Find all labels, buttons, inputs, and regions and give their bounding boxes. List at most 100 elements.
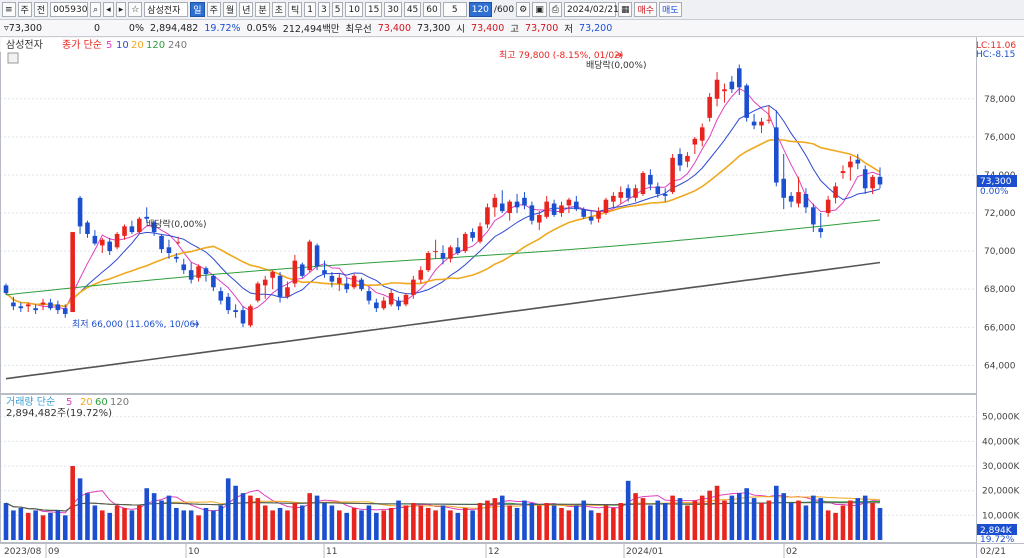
- volume-bar: [366, 505, 372, 540]
- x-axis-label: 12: [488, 547, 499, 557]
- current-pct-tag: 0.00%: [980, 187, 1009, 197]
- search-label[interactable]: 전: [33, 2, 49, 17]
- stock-name[interactable]: 삼성전자: [144, 2, 189, 17]
- candle-body: [374, 302, 379, 309]
- volume-bar: [833, 512, 838, 540]
- candle-body: [536, 214, 542, 223]
- candle-body: [181, 264, 187, 271]
- minute-custom[interactable]: 5: [442, 2, 467, 17]
- candle-body: [366, 291, 372, 301]
- minute-60[interactable]: 60: [423, 2, 441, 17]
- code-input[interactable]: 005930: [50, 2, 89, 17]
- volume-tick-label: 20,000K: [982, 487, 1020, 497]
- candle-body: [492, 197, 498, 208]
- volume-tick-label: 10,000K: [982, 511, 1020, 521]
- settings-box-icon[interactable]: [7, 52, 19, 64]
- minute-10[interactable]: 10: [345, 2, 363, 17]
- toolbar: ≡ 주 전 005930 ⌕ ◂ ▸ ☆ 삼성전자 일 주 월 년 분 초 틱 …: [0, 0, 1024, 20]
- sell-button[interactable]: 매도: [659, 2, 682, 17]
- menu-icon[interactable]: ≡: [2, 2, 16, 17]
- tab-minute[interactable]: 분: [255, 2, 270, 17]
- candle-body: [114, 233, 120, 248]
- minute-45[interactable]: 45: [403, 2, 422, 17]
- period-select[interactable]: 주: [17, 2, 32, 17]
- tab-week[interactable]: 주: [206, 2, 221, 17]
- volume-bar: [818, 498, 824, 540]
- volume-bar: [411, 503, 416, 540]
- next-icon[interactable]: ▸: [115, 2, 127, 17]
- candle-body: [759, 121, 764, 126]
- volume-bar: [211, 510, 216, 540]
- date-input[interactable]: 2024/02/21: [563, 2, 619, 17]
- candle-body: [692, 138, 698, 145]
- candle-body: [77, 197, 83, 227]
- volume-bar: [625, 480, 631, 540]
- candle-body: [662, 193, 668, 196]
- minute-30[interactable]: 30: [384, 2, 402, 17]
- volume-bar: [870, 503, 875, 540]
- candle-body: [485, 207, 490, 225]
- price-tick-label: 68,000: [984, 285, 1016, 295]
- volume-bar: [559, 507, 564, 540]
- candle-body: [211, 275, 216, 288]
- volume-bar: [388, 507, 394, 540]
- volume-bar: [685, 505, 690, 540]
- volume-bar: [796, 500, 801, 540]
- gear-icon[interactable]: ⚙: [516, 2, 531, 17]
- volume-bar: [55, 510, 61, 540]
- stock-chart[interactable]: 64,00066,00068,00070,00072,00074,00076,0…: [0, 37, 1024, 558]
- vol-ma120-legend: 120: [110, 397, 129, 408]
- volume-bar: [499, 495, 505, 540]
- volume-bar: [359, 510, 364, 540]
- volume-bar: [248, 495, 253, 540]
- price-change: 0: [93, 22, 100, 34]
- search-icon[interactable]: ⌕: [90, 2, 102, 17]
- calendar-icon[interactable]: ▦: [617, 2, 633, 17]
- minute-1[interactable]: 1: [304, 2, 316, 17]
- tab-year[interactable]: 년: [239, 2, 254, 17]
- volume-bar: [70, 466, 75, 540]
- candle-body: [203, 268, 209, 274]
- price-legend-prefix: 종가 단순: [62, 39, 102, 51]
- tab-month[interactable]: 월: [222, 2, 238, 17]
- candle-body: [11, 302, 16, 307]
- candle-body: [862, 169, 868, 189]
- volume-bar: [692, 500, 698, 540]
- buy-button[interactable]: 매수: [634, 2, 658, 17]
- tab-day[interactable]: 일: [190, 2, 205, 17]
- dividend-arrow-icon: ↓: [174, 236, 182, 247]
- current-price-tag: 73,300: [980, 177, 1012, 187]
- print-icon[interactable]: ⎙: [548, 2, 562, 17]
- vol-ma5-legend: 5: [66, 397, 72, 408]
- minute-3[interactable]: 3: [318, 2, 330, 17]
- volume-bar: [3, 503, 9, 540]
- minute-5[interactable]: 5: [331, 2, 344, 17]
- save-icon[interactable]: ▣: [532, 2, 547, 17]
- tab-second[interactable]: 초: [271, 2, 286, 17]
- count-input[interactable]: 120: [468, 2, 492, 17]
- candle-body: [751, 121, 757, 126]
- minute-15[interactable]: 15: [364, 2, 383, 17]
- candle-body: [581, 209, 587, 217]
- volume-bar: [181, 510, 187, 540]
- volume-bar: [485, 500, 490, 540]
- candle-body: [714, 79, 720, 99]
- candle-body: [470, 232, 475, 238]
- favorite-icon[interactable]: ☆: [128, 2, 143, 17]
- candle-body: [551, 203, 557, 215]
- prev-icon[interactable]: ◂: [103, 2, 114, 17]
- candle-body: [233, 310, 238, 313]
- tab-tick[interactable]: 틱: [287, 2, 303, 17]
- volume-bar: [33, 510, 38, 540]
- ma5-legend: 5: [106, 40, 112, 51]
- candle-body: [722, 89, 727, 92]
- volume-bar: [699, 495, 705, 540]
- vol-ma60-legend: 60: [95, 397, 108, 408]
- candle-body: [292, 260, 298, 284]
- dividend-label-1: 배당락(0,00%): [146, 218, 206, 230]
- low-price: 73,200: [579, 22, 613, 34]
- candle-body: [574, 201, 579, 210]
- candle-body: [129, 226, 135, 233]
- trade-amount: 212,494백만: [282, 24, 340, 35]
- volume-bar: [122, 507, 127, 540]
